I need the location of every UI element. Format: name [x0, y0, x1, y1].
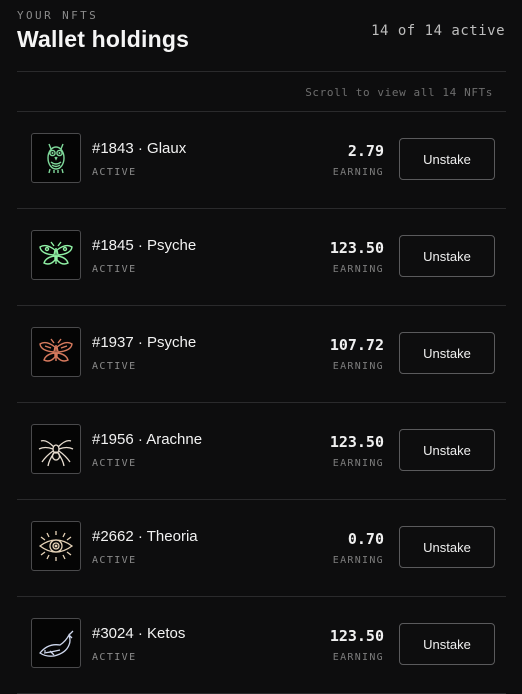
nft-thumbnail [31, 521, 81, 571]
nft-name: #1843 · Glaux [92, 140, 187, 157]
butterfly-icon [39, 338, 73, 362]
nft-row: #1937 · Psyche ACTIVE 107.72 EARNING Uns… [17, 306, 506, 403]
header-divider [17, 71, 506, 72]
butterfly-icon [39, 241, 73, 265]
earning-label: EARNING [332, 555, 384, 566]
earning-amount: 123.50 [329, 627, 384, 645]
earning-label: EARNING [332, 458, 384, 469]
earning-label: EARNING [332, 361, 384, 372]
nft-status: ACTIVE [92, 167, 137, 178]
nft-thumbnail [31, 133, 81, 183]
unstake-button[interactable]: Unstake [399, 526, 495, 568]
nft-thumbnail [31, 327, 81, 377]
nft-thumbnail [31, 230, 81, 280]
unstake-button[interactable]: Unstake [399, 138, 495, 180]
nft-status: ACTIVE [92, 264, 137, 275]
owl-icon [47, 143, 65, 174]
section-eyebrow: YOUR NFTS [17, 9, 99, 22]
nft-status: ACTIVE [92, 652, 137, 663]
active-count: 14 of 14 active [371, 23, 505, 39]
nft-row: #1843 · Glaux ACTIVE 2.79 EARNING Unstak… [17, 112, 506, 209]
nft-row: #2662 · Theoria ACTIVE 0.70 EARNING Unst… [17, 500, 506, 597]
unstake-button[interactable]: Unstake [399, 332, 495, 374]
unstake-button[interactable]: Unstake [399, 623, 495, 665]
unstake-button[interactable]: Unstake [399, 429, 495, 471]
whale-icon [39, 630, 74, 657]
nft-name: #1845 · Psyche [92, 237, 197, 254]
nft-row: #3024 · Ketos ACTIVE 123.50 EARNING Unst… [17, 597, 506, 694]
page-title: Wallet holdings [17, 26, 190, 52]
spider-icon [38, 439, 74, 467]
nft-name: #2662 · Theoria [92, 528, 198, 545]
nft-name: #3024 · Ketos [92, 625, 186, 642]
earning-amount: 2.79 [347, 142, 384, 160]
earning-amount: 123.50 [329, 239, 384, 257]
page-header: YOUR NFTS Wallet holdings 14 of 14 activ… [0, 0, 522, 72]
nft-list[interactable]: #1843 · Glaux ACTIVE 2.79 EARNING Unstak… [17, 112, 506, 694]
nft-row: #1956 · Arachne ACTIVE 123.50 EARNING Un… [17, 403, 506, 500]
earning-label: EARNING [332, 652, 384, 663]
nft-name: #1956 · Arachne [92, 431, 203, 448]
eye-icon [38, 531, 74, 561]
nft-row: #1845 · Psyche ACTIVE 123.50 EARNING Uns… [17, 209, 506, 306]
earning-label: EARNING [332, 264, 384, 275]
nft-status: ACTIVE [92, 555, 137, 566]
earning-amount: 107.72 [329, 336, 384, 354]
earning-amount: 123.50 [329, 433, 384, 451]
nft-thumbnail [31, 618, 81, 668]
scroll-hint: Scroll to view all 14 NFTs [305, 86, 493, 99]
earning-amount: 0.70 [347, 530, 384, 548]
nft-name: #1937 · Psyche [92, 334, 197, 351]
unstake-button[interactable]: Unstake [399, 235, 495, 277]
earning-label: EARNING [332, 167, 384, 178]
nft-thumbnail [31, 424, 81, 474]
nft-status: ACTIVE [92, 458, 137, 469]
nft-status: ACTIVE [92, 361, 137, 372]
